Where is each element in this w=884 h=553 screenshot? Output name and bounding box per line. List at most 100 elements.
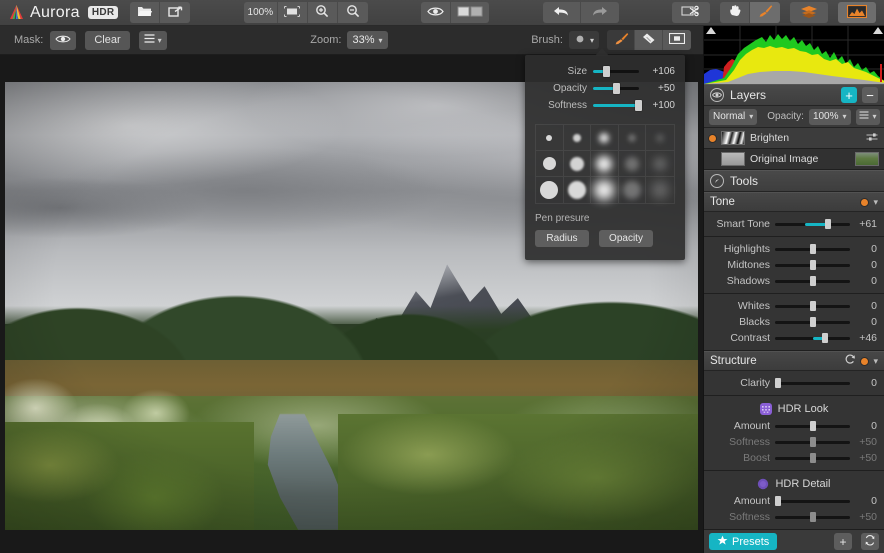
hand-tool-button[interactable] bbox=[720, 2, 751, 23]
zoom-100-button[interactable]: 100% bbox=[243, 2, 278, 23]
brush-size-knob[interactable] bbox=[602, 66, 610, 77]
slider-knob[interactable] bbox=[809, 260, 816, 270]
brush-tool-button[interactable] bbox=[750, 2, 781, 23]
preview-toggle-button[interactable] bbox=[421, 2, 452, 23]
histogram-white-point-marker[interactable] bbox=[873, 27, 883, 34]
layer-menu-button[interactable]: ▾ bbox=[855, 108, 880, 125]
slider-shadows[interactable]: Shadows 0 bbox=[704, 273, 884, 289]
brush-softness-knob[interactable] bbox=[634, 100, 642, 111]
layer-visibility-dot[interactable] bbox=[709, 134, 716, 142]
slider-clarity[interactable]: Clarity 0 bbox=[704, 375, 884, 391]
pen-pressure-opacity-button[interactable]: Opacity bbox=[599, 230, 653, 247]
slider-track[interactable] bbox=[775, 437, 850, 447]
gray-thumbnail[interactable] bbox=[721, 152, 745, 166]
brush-size-track[interactable] bbox=[593, 66, 639, 77]
slider-knob[interactable] bbox=[809, 437, 816, 447]
layer-item-brighten[interactable]: Brighten bbox=[704, 128, 884, 149]
zoom-out-button[interactable] bbox=[337, 2, 368, 23]
open-button[interactable] bbox=[130, 2, 161, 23]
slider-whites[interactable]: Whites 0 bbox=[704, 298, 884, 314]
slider-track[interactable] bbox=[775, 301, 850, 311]
brush-preset-cell[interactable] bbox=[618, 151, 647, 177]
blend-mode-select[interactable]: Normal ▾ bbox=[709, 108, 758, 125]
brush-preset-cell[interactable] bbox=[619, 177, 647, 203]
add-preset-button[interactable]: + bbox=[834, 533, 852, 550]
remove-layer-button[interactable]: − bbox=[862, 87, 878, 103]
slider-knob[interactable] bbox=[775, 378, 781, 388]
fill-mode-button[interactable] bbox=[663, 30, 691, 50]
brush-preset-cell[interactable] bbox=[591, 177, 619, 203]
brush-settings-popup[interactable]: Size +106 Opacity +50 Softness +100 Pen … bbox=[525, 55, 685, 260]
slider-contrast[interactable]: Contrast +46 bbox=[704, 330, 884, 346]
histogram-display[interactable] bbox=[704, 26, 884, 84]
slider-hdr-look-boost[interactable]: Boost +50 bbox=[704, 450, 884, 466]
compare-split-button[interactable] bbox=[451, 2, 490, 23]
slider-knob[interactable] bbox=[809, 244, 816, 254]
mask-visibility-button[interactable] bbox=[50, 30, 77, 50]
layers-section-header[interactable]: Layers + − bbox=[704, 84, 884, 106]
brush-preset-cell[interactable] bbox=[536, 177, 564, 203]
brush-softness-track[interactable] bbox=[593, 100, 642, 111]
brush-preset-grid[interactable] bbox=[535, 124, 675, 204]
structure-enabled-dot[interactable] bbox=[861, 357, 869, 365]
brush-opacity-track[interactable] bbox=[593, 83, 639, 94]
brush-preset-cell[interactable] bbox=[646, 151, 674, 177]
slider-hdr-look-softness[interactable]: Softness +50 bbox=[704, 434, 884, 450]
slider-track[interactable] bbox=[775, 421, 850, 431]
slider-knob[interactable] bbox=[809, 276, 816, 286]
brush-preset-cell[interactable] bbox=[591, 125, 619, 151]
presets-button[interactable]: Presets bbox=[709, 533, 778, 550]
layers-panel-button[interactable] bbox=[790, 2, 829, 23]
slider-track[interactable] bbox=[775, 333, 850, 343]
slider-track[interactable] bbox=[775, 219, 850, 229]
brush-preset-cell[interactable] bbox=[618, 125, 647, 151]
histogram-black-point-marker[interactable] bbox=[706, 27, 716, 34]
brush-mode-button[interactable] bbox=[607, 30, 635, 50]
brush-preset-cell[interactable] bbox=[536, 151, 564, 177]
slider-track[interactable] bbox=[775, 378, 850, 388]
sliders-icon[interactable] bbox=[866, 132, 879, 145]
slider-blacks[interactable]: Blacks 0 bbox=[704, 314, 884, 330]
slider-knob[interactable] bbox=[809, 421, 816, 431]
slider-track[interactable] bbox=[775, 260, 850, 270]
tone-section-header[interactable]: Tone ▾ bbox=[704, 192, 884, 212]
slider-knob[interactable] bbox=[824, 219, 831, 229]
brush-preset-cell[interactable] bbox=[563, 125, 592, 151]
eraser-mode-button[interactable] bbox=[635, 30, 663, 50]
slider-knob[interactable] bbox=[821, 333, 828, 343]
layer-item-original-image[interactable]: Original Image bbox=[704, 149, 884, 170]
slider-track[interactable] bbox=[775, 453, 850, 463]
clear-mask-button[interactable]: Clear bbox=[85, 30, 130, 50]
layer-opacity-select[interactable]: 100% ▾ bbox=[808, 108, 851, 125]
tools-section-header[interactable]: Tools bbox=[704, 170, 884, 192]
slider-knob[interactable] bbox=[809, 512, 816, 522]
zoom-in-button[interactable] bbox=[307, 2, 338, 23]
brush-preset-cell[interactable] bbox=[564, 177, 592, 203]
tone-enabled-dot[interactable] bbox=[861, 198, 869, 206]
brush-opacity-knob[interactable] bbox=[613, 83, 620, 94]
brush-preset-cell[interactable] bbox=[536, 125, 564, 151]
redo-button[interactable] bbox=[580, 2, 619, 23]
brush-opacity-slider-row[interactable]: Opacity +50 bbox=[535, 80, 675, 97]
brush-softness-slider-row[interactable]: Softness +100 bbox=[535, 97, 675, 114]
mask-menu-button[interactable]: ▾ bbox=[138, 30, 167, 50]
slider-knob[interactable] bbox=[809, 317, 816, 327]
slider-track[interactable] bbox=[775, 512, 850, 522]
slider-knob[interactable] bbox=[775, 496, 781, 506]
chevron-down-icon[interactable]: ▾ bbox=[873, 197, 878, 208]
slider-highlights[interactable]: Highlights 0 bbox=[704, 241, 884, 257]
slider-hdr-detail-amount[interactable]: Amount 0 bbox=[704, 493, 884, 509]
slider-midtones[interactable]: Midtones 0 bbox=[704, 257, 884, 273]
export-button[interactable] bbox=[160, 2, 191, 23]
slider-smart-tone[interactable]: Smart Tone +61 bbox=[704, 216, 884, 232]
chevron-down-icon[interactable]: ▾ bbox=[873, 356, 878, 367]
slider-hdr-detail-softness[interactable]: Softness +50 bbox=[704, 509, 884, 525]
slider-knob[interactable] bbox=[809, 453, 816, 463]
structure-section-header[interactable]: Structure ▾ bbox=[704, 351, 884, 371]
slider-track[interactable] bbox=[775, 317, 850, 327]
refresh-reset-icon[interactable] bbox=[844, 354, 856, 368]
add-layer-button[interactable]: + bbox=[841, 87, 857, 103]
zoom-select[interactable]: 33% ▾ bbox=[347, 31, 388, 49]
slider-hdr-look-amount[interactable]: Amount 0 bbox=[704, 418, 884, 434]
slider-track[interactable] bbox=[775, 496, 850, 506]
